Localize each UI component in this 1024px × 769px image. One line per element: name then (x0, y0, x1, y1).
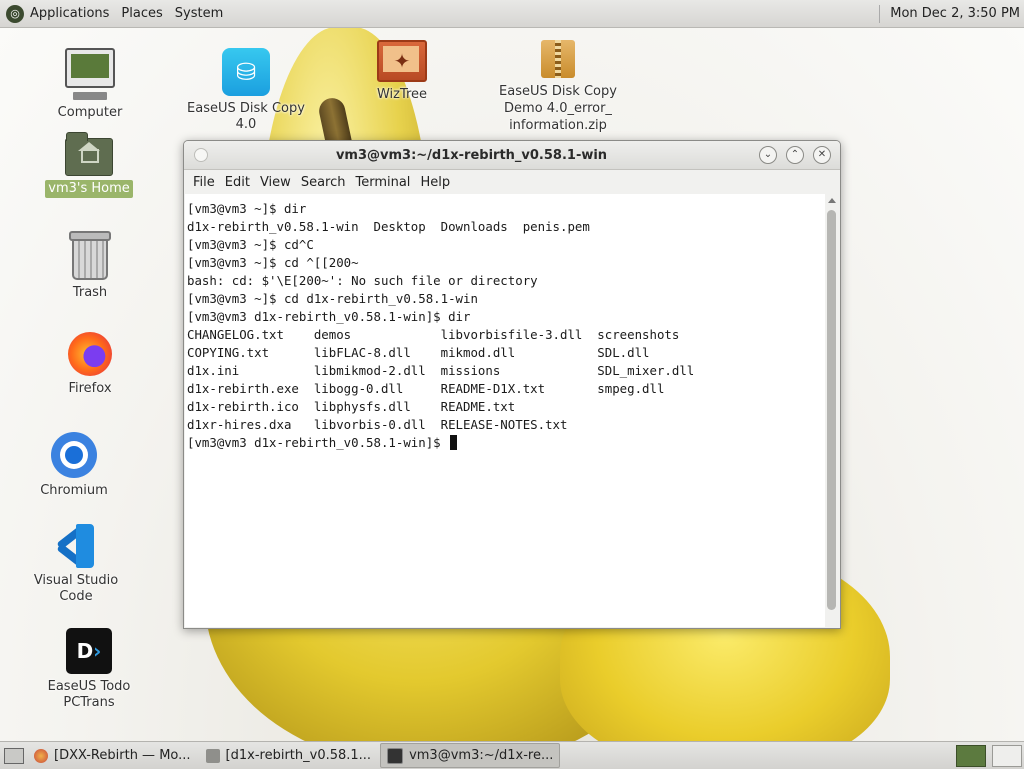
computer-icon (65, 48, 115, 88)
firefox-icon (34, 748, 48, 763)
terminal-line: [vm3@vm3 ~]$ cd ^[[200~ (187, 255, 359, 270)
terminal-line: CHANGELOG.txt demos libvorbisfile-3.dll … (187, 327, 680, 342)
easeus-disk-copy-icon: ⛁ (222, 48, 270, 96)
terminal-window[interactable]: vm3@vm3:~/d1x-rebirth_v0.58.1-win ⌄ ⌃ ✕ … (183, 140, 841, 629)
close-button[interactable]: ✕ (813, 146, 831, 164)
window-menu-icon[interactable] (194, 148, 208, 162)
scroll-up-arrow-icon[interactable] (828, 198, 836, 203)
taskbar-item-label: vm3@vm3:~/d1x-re... (409, 748, 554, 763)
system-menu[interactable]: System (175, 6, 223, 21)
icon-label: vm3's Home (45, 180, 133, 198)
menu-view[interactable]: View (255, 175, 296, 190)
house-icon (81, 149, 99, 163)
desktop-icon-easeus-disk-copy[interactable]: ⛁ EaseUS Disk Copy 4.0 (176, 48, 316, 134)
bottom-panel: [DXX-Rebirth — Mo... [d1x-rebirth_v0.58.… (0, 741, 1024, 769)
desktop-icon-vscode[interactable]: Visual Studio Code (14, 524, 138, 606)
desktop-icon-home[interactable]: vm3's Home (44, 132, 134, 198)
easeus-todo-pctrans-icon: D› (66, 628, 112, 674)
taskbar-item-label: [d1x-rebirth_v0.58.1... (225, 748, 372, 763)
desktop-icon-trash[interactable]: Trash (49, 231, 131, 302)
terminal-line: [vm3@vm3 ~]$ cd d1x-rebirth_v0.58.1-win (187, 291, 478, 306)
icon-label: WizTree (376, 87, 428, 102)
terminal-icon (387, 747, 404, 764)
icon-label: Firefox (68, 381, 112, 396)
places-menu[interactable]: Places (121, 6, 162, 21)
icon-label-line: Demo 4.0_error_ (504, 101, 612, 116)
folder-icon (205, 748, 220, 763)
terminal-text: [vm3@vm3 ~]$ dir d1x-rebirth_v0.58.1-win… (185, 194, 825, 452)
top-panel: ◎ Applications Places System Mon Dec 2, … (0, 0, 1024, 28)
desktop-icon-firefox[interactable]: Firefox (49, 332, 131, 398)
workspace-switcher-1[interactable] (956, 744, 986, 767)
icon-label: EaseUS Todo PCTrans (47, 679, 131, 710)
distro-logo-icon[interactable]: ◎ (6, 4, 24, 23)
icon-label: Chromium (40, 483, 108, 498)
taskbar-item-label: [DXX-Rebirth — Mo... (54, 748, 191, 763)
taskbar-item-file-manager[interactable]: [d1x-rebirth_v0.58.1... (200, 744, 378, 767)
show-desktop-icon[interactable] (4, 747, 24, 764)
terminal-line: COPYING.txt libFLAC-8.dll mikmod.dll SDL… (187, 345, 650, 360)
terminal-line: d1xr-hires.dxa libvorbis-0.dll RELEASE-N… (187, 417, 568, 432)
icon-label-line: information.zip (509, 118, 607, 133)
terminal-scrollbar[interactable] (825, 194, 839, 627)
panel-separator (879, 4, 881, 23)
terminal-prompt: [vm3@vm3 d1x-rebirth_v0.58.1-win]$ (187, 435, 449, 450)
menu-terminal[interactable]: Terminal (350, 175, 415, 190)
chromium-icon (51, 432, 97, 478)
menu-search[interactable]: Search (296, 175, 351, 190)
applications-menu[interactable]: Applications (30, 6, 109, 21)
menu-file[interactable]: File (188, 175, 220, 190)
maximize-button[interactable]: ⌃ (786, 146, 804, 164)
icon-label: Computer (57, 105, 123, 120)
taskbar-item-firefox[interactable]: [DXX-Rebirth — Mo... (28, 744, 197, 767)
terminal-line: [vm3@vm3 ~]$ dir (187, 201, 307, 216)
clock[interactable]: Mon Dec 2, 3:50 PM (890, 6, 1020, 21)
menu-edit[interactable]: Edit (220, 175, 255, 190)
terminal-menubar: File Edit View Search Terminal Help (184, 170, 840, 194)
terminal-line: d1x-rebirth_v0.58.1-win Desktop Download… (187, 219, 590, 234)
taskbar-item-terminal[interactable]: vm3@vm3:~/d1x-re... (380, 743, 561, 768)
icon-label: EaseUS Disk Copy 4.0 (187, 101, 305, 132)
terminal-line: d1x.ini libmikmod-2.dll missions SDL_mix… (187, 363, 695, 378)
terminal-line: bash: cd: $'\E[200~': No such file or di… (187, 273, 538, 288)
desktop-icon-zip-file[interactable]: EaseUS Disk Copy Demo 4.0_error_ informa… (496, 40, 620, 135)
desktop-icon-wiztree[interactable]: WizTree (362, 40, 442, 104)
icon-label: Visual Studio Code (33, 573, 119, 604)
terminal-line: d1x-rebirth.ico libphysfs.dll README.txt (187, 399, 516, 414)
scrollbar-thumb[interactable] (827, 210, 836, 610)
icon-label: Trash (72, 285, 108, 300)
window-title: vm3@vm3:~/d1x-rebirth_v0.58.1-win (335, 147, 608, 163)
minimize-button[interactable]: ⌄ (759, 146, 777, 164)
home-folder-icon (65, 132, 113, 176)
desktop-icon-todo-pctrans[interactable]: D› EaseUS Todo PCTrans (18, 628, 160, 712)
zip-archive-icon (541, 40, 575, 78)
icon-label-line: EaseUS Disk Copy (499, 84, 617, 99)
computer-base-icon (73, 92, 107, 100)
terminal-output[interactable]: [vm3@vm3 ~]$ dir d1x-rebirth_v0.58.1-win… (185, 194, 825, 627)
trash-icon (69, 231, 111, 280)
desktop-icon-chromium[interactable]: Chromium (34, 432, 114, 500)
vscode-icon (54, 524, 98, 568)
terminal-line: [vm3@vm3 ~]$ cd^C (187, 237, 314, 252)
menu-help[interactable]: Help (415, 175, 455, 190)
terminal-titlebar[interactable]: vm3@vm3:~/d1x-rebirth_v0.58.1-win ⌄ ⌃ ✕ (184, 141, 840, 170)
terminal-line: d1x-rebirth.exe libogg-0.dll README-D1X.… (187, 381, 665, 396)
desktop-icon-computer[interactable]: Computer (49, 48, 131, 122)
workspace-switcher-2[interactable] (992, 744, 1022, 767)
terminal-line: [vm3@vm3 d1x-rebirth_v0.58.1-win]$ dir (187, 309, 471, 324)
firefox-icon (68, 332, 112, 376)
wiztree-icon (377, 40, 427, 82)
text-cursor (450, 435, 458, 450)
icon-label: EaseUS Disk Copy Demo 4.0_error_ informa… (496, 82, 620, 135)
